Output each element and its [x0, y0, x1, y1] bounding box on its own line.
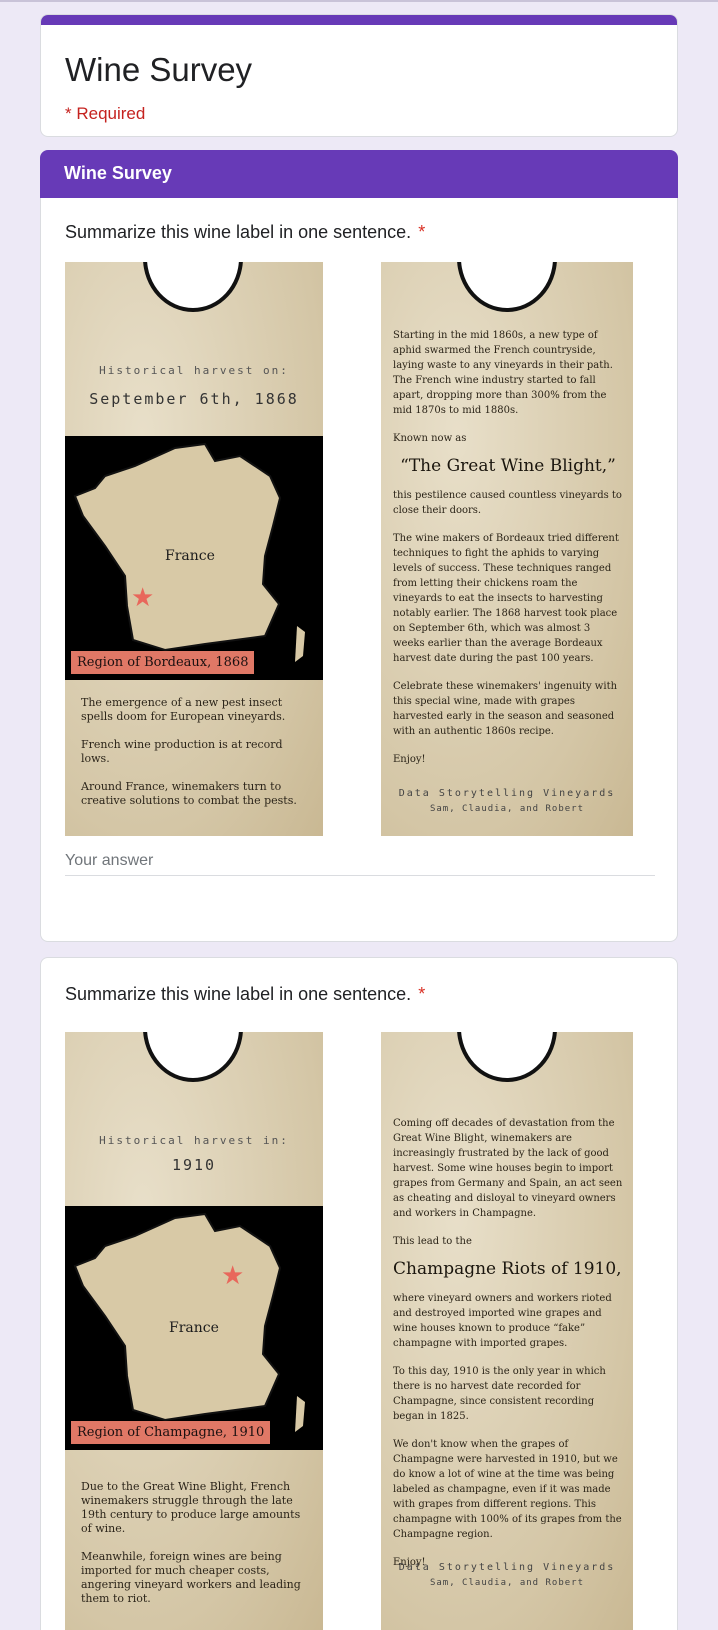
- label-hang-hole: [143, 1032, 243, 1082]
- harvest-date: September 6th, 1868: [89, 390, 299, 408]
- form-title: Wine Survey: [65, 51, 253, 88]
- harvest-date: 1910: [171, 1156, 217, 1174]
- back-known: This lead to the: [393, 1236, 472, 1247]
- back-body: To this day, 1910 is the only year in wh…: [393, 1366, 606, 1422]
- question-title: Summarize this wine label in one sentenc…: [65, 984, 425, 1005]
- label-hang-hole: [457, 262, 557, 312]
- wine-label-back: Coming off decades of devastation from t…: [381, 1032, 633, 1630]
- signature-company: Data Storytelling Vineyards: [398, 788, 616, 799]
- wine-label-back: Starting in the mid 1860s, a new type of…: [381, 262, 633, 836]
- harvest-caption: Historical harvest in:: [99, 1134, 289, 1147]
- harvest-caption: Historical harvest on:: [99, 364, 289, 377]
- star-icon: ★: [131, 582, 155, 612]
- back-description: Coming off decades of devastation from t…: [393, 1116, 623, 1583]
- front-paragraph: The emergence of a new pest insect spell…: [81, 696, 286, 723]
- required-asterisk: *: [418, 222, 426, 242]
- section-header: Wine Survey: [40, 150, 678, 198]
- back-enjoy: Enjoy!: [393, 754, 426, 765]
- back-intro: Starting in the mid 1860s, a new type of…: [393, 330, 613, 416]
- back-after: where vineyard owners and workers rioted…: [393, 1293, 612, 1349]
- front-paragraph: Around France, winemakers turn to creati…: [81, 780, 297, 807]
- front-paragraph: Due to the Great Wine Blight, French win…: [81, 1480, 301, 1535]
- question-card-2: Summarize this wine label in one sentenc…: [40, 957, 678, 1630]
- signature-names: Sam, Claudia, and Robert: [429, 1578, 585, 1588]
- france-map: France ★ Region of Champagne, 1910: [65, 1206, 323, 1450]
- label-hang-hole: [457, 1032, 557, 1082]
- region-badge: Region of Champagne, 1910: [71, 1421, 271, 1444]
- signature-names: Sam, Claudia, and Robert: [429, 804, 585, 814]
- form-header-card: Wine Survey * Required: [40, 14, 678, 137]
- map-country-label: France: [169, 1320, 219, 1336]
- wine-label-front: Historical harvest in: 1910 France ★ Reg…: [65, 1032, 323, 1630]
- wine-label-front: Historical harvest on: September 6th, 18…: [65, 262, 323, 836]
- back-celebrate: We don't know when the grapes of Champag…: [393, 1439, 622, 1540]
- question-text: Summarize this wine label in one sentenc…: [65, 984, 412, 1004]
- answer-input[interactable]: Your answer: [65, 852, 655, 876]
- back-body: The wine makers of Bordeaux tried differ…: [393, 533, 619, 664]
- front-paragraph: French wine production is at record lows…: [81, 738, 283, 765]
- front-paragraph: Meanwhile, foreign wines are being impor…: [81, 1550, 301, 1605]
- top-border: [0, 0, 718, 2]
- star-icon: ★: [221, 1260, 245, 1290]
- back-headline: “The Great Wine Blight,”: [400, 456, 616, 476]
- map-country-label: France: [165, 548, 215, 564]
- france-map: France ★ Region of Bordeaux, 1868: [65, 436, 323, 680]
- required-note: * Required: [65, 104, 146, 123]
- question-text: Summarize this wine label in one sentenc…: [65, 222, 412, 242]
- required-asterisk: *: [418, 984, 426, 1004]
- front-description: The emergence of a new pest insect spell…: [81, 696, 309, 822]
- label-hang-hole: [143, 262, 243, 312]
- front-description: Due to the Great Wine Blight, French win…: [81, 1480, 309, 1620]
- back-headline: Champagne Riots of 1910,: [393, 1259, 622, 1279]
- back-known: Known now as: [393, 433, 467, 444]
- back-description: Starting in the mid 1860s, a new type of…: [393, 328, 623, 780]
- header-accent-bar: [41, 15, 677, 25]
- question-title: Summarize this wine label in one sentenc…: [65, 222, 425, 243]
- question-card-1: Summarize this wine label in one sentenc…: [40, 198, 678, 942]
- back-celebrate: Celebrate these winemakers' ingenuity wi…: [393, 681, 618, 737]
- region-badge: Region of Bordeaux, 1868: [71, 651, 255, 674]
- back-after: this pestilence caused countless vineyar…: [393, 490, 622, 516]
- signature-company: Data Storytelling Vineyards: [398, 1562, 616, 1573]
- back-intro: Coming off decades of devastation from t…: [393, 1118, 623, 1219]
